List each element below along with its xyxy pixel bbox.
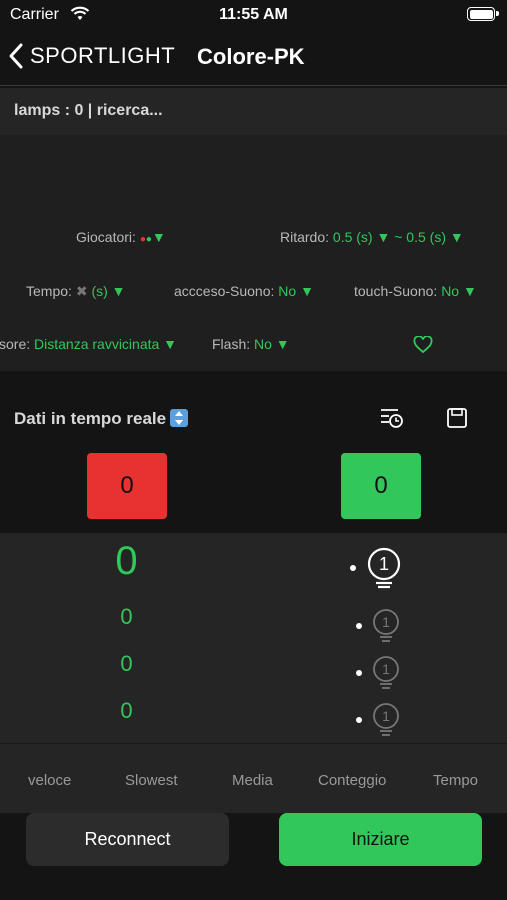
touch-sound-setting[interactable]: touch-Suono: No ▼ [354,283,477,299]
green-player-score[interactable]: 0 [341,453,421,519]
lightbulb-icon: 1 [373,656,399,689]
start-button[interactable]: Iniziare [279,813,482,866]
results-panel: 0 0 0 0 1 1 1 1 [0,533,507,743]
tab-slowest[interactable]: Slowest [125,772,178,789]
sensor-value: Distanza ravvicinata ▼ [34,336,178,352]
status-bar: Carrier 11:55 AM [0,0,507,30]
delay-value: 0.5 (s) ▼ ~ 0.5 (s) ▼ [332,229,464,245]
back-button[interactable]: SPORTLIGHT [8,42,175,70]
time-setting[interactable]: Tempo: ✖ (s) ▼ [26,283,126,300]
touch-sound-label: touch-Suono: [354,283,438,299]
tab-media[interactable]: Media [232,772,273,789]
battery-icon [467,7,499,21]
sound-on-label: accceso-Suono: [174,283,275,299]
bottom-actions: Reconnect Iniziare [0,813,507,900]
flash-setting[interactable]: Flash: No ▼ [212,336,290,352]
lamps-status-text: lamps : 0 | ricerca... [14,102,163,119]
tab-veloce[interactable]: veloce [28,772,71,789]
delay-setting[interactable]: Ritardo: 0.5 (s) ▼ ~ 0.5 (s) ▼ [280,229,464,245]
time-label: Tempo: [26,283,72,299]
flash-label: Flash: [212,336,251,352]
lightbulb-icon: 1 [373,609,399,642]
lamps-status-bar: lamps : 0 | ricerca... [0,88,507,135]
time-value: (s) ▼ [91,283,126,299]
result-value: 0 [120,651,133,676]
players-setting[interactable]: Giocatori: ●●▼ [76,229,166,245]
bullet-dot [356,623,362,629]
lightbulb-icon: 1 [367,547,401,589]
lamp-indicator: 1 [350,547,404,589]
sensor-label: sore: [0,336,31,352]
save-icon[interactable] [444,405,470,431]
red-player-score[interactable]: 0 [87,453,167,519]
chevron-left-icon [9,43,23,69]
delay-label: Ritardo: [280,229,330,245]
clock: 11:55 AM [219,6,288,23]
lightbulb-icon: 1 [373,703,399,736]
navigation-bar: SPORTLIGHT Colore-PK [0,30,507,86]
lamp-number: 1 [382,708,390,724]
lamp-number: 1 [382,614,390,630]
realtime-section: Dati in tempo reale 0 0 [0,371,507,533]
mode-tabs: veloce Slowest Media Conteggio Tempo [0,743,507,813]
bullet-dot [350,565,356,571]
tab-tempo[interactable]: Tempo [433,772,478,789]
tab-conteggio[interactable]: Conteggio [318,772,386,789]
players-label: Giocatori: [76,229,136,245]
players-value: ▼ [151,229,166,245]
lamp-indicator: 1 [356,656,402,690]
settings-panel: Giocatori: ●●▼ Ritardo: 0.5 (s) ▼ ~ 0.5 … [0,135,507,371]
reconnect-button[interactable]: Reconnect [26,813,229,866]
result-value: 0 [120,698,133,723]
page-title: Colore-PK [197,44,305,69]
bullet-dot [356,670,362,676]
touch-sound-value: No ▼ [441,283,477,299]
result-value: 0 [120,604,133,629]
realtime-title: Dati in tempo reale [14,409,167,428]
lamp-indicator: 1 [356,703,402,737]
sound-on-value: No ▼ [278,283,314,299]
history-icon[interactable] [378,405,404,431]
sound-on-setting[interactable]: accceso-Suono: No ▼ [174,283,314,299]
lamp-number: 1 [382,661,390,677]
favorite-heart-icon[interactable] [413,336,433,354]
bullet-dot [356,717,362,723]
sort-arrows-icon[interactable] [170,409,189,427]
lamp-indicator: 1 [356,609,402,643]
flash-value: No ▼ [254,336,290,352]
clear-x-icon: ✖ [75,283,88,299]
back-label: SPORTLIGHT [30,43,176,68]
sensor-setting[interactable]: sore: Distanza ravvicinata ▼ [0,336,177,352]
realtime-heading: Dati in tempo reale [14,409,189,429]
lamp-number: 1 [379,554,389,574]
main-result-value: 0 [115,539,138,583]
